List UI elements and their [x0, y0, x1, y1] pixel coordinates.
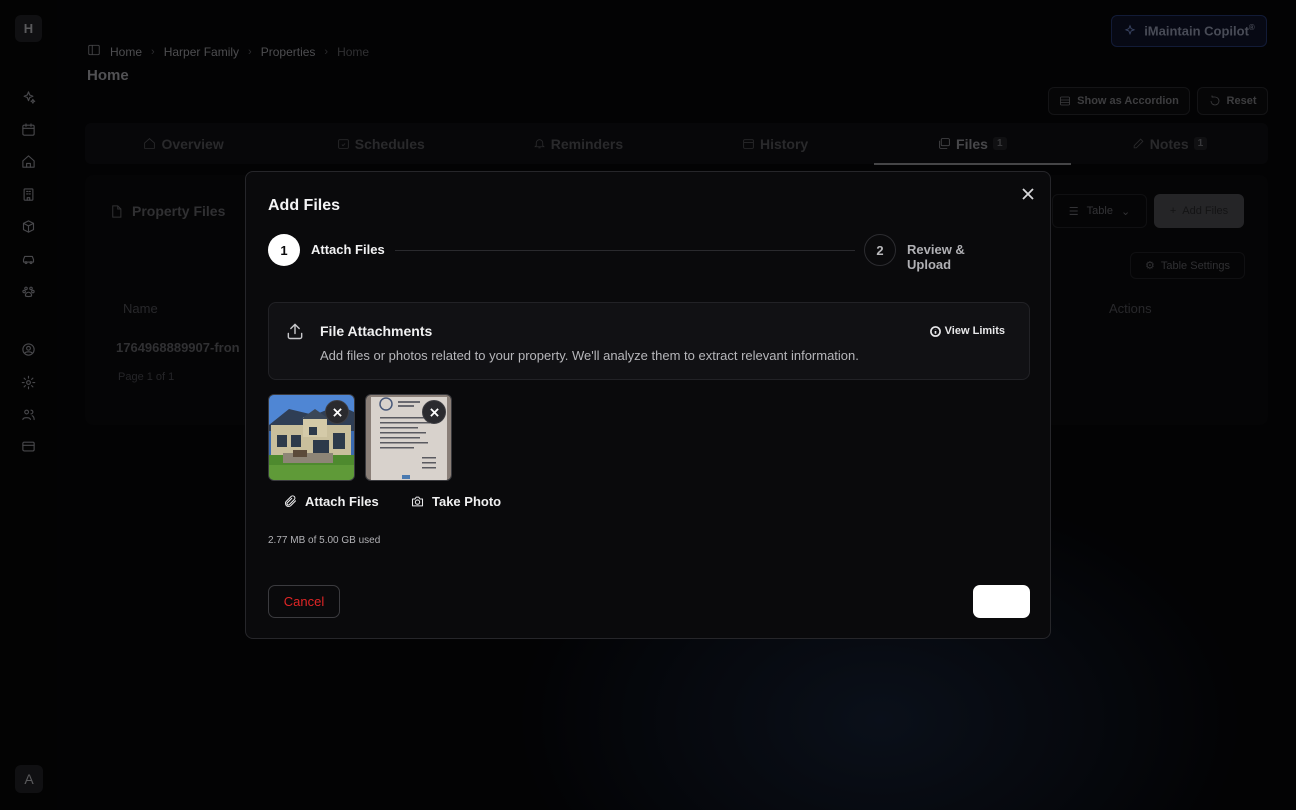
camera-icon [411, 496, 424, 507]
cancel-button[interactable]: Cancel [268, 585, 340, 618]
attachments-title: File Attachments [320, 323, 433, 339]
attachment-thumbnail-document[interactable] [365, 394, 452, 481]
close-icon [332, 407, 342, 417]
close-icon [429, 407, 439, 417]
stepper: 1 Attach Files 2 Review & Upload [268, 234, 1008, 272]
take-photo-button[interactable]: Take Photo [410, 494, 501, 509]
take-photo-label: Take Photo [432, 494, 502, 509]
dialog-title: Add Files [268, 197, 341, 214]
step-2-label: Review & Upload [907, 242, 965, 272]
paperclip-icon [285, 495, 297, 507]
remove-attachment-button[interactable] [325, 400, 349, 424]
attach-files-label: Attach Files [305, 494, 379, 509]
file-attachments-panel: File Attachments Add files or photos rel… [268, 302, 1030, 380]
remove-attachment-button[interactable] [422, 400, 446, 424]
storage-usage: 2.77 MB of 5.00 GB used [268, 535, 381, 546]
close-icon[interactable] [1020, 186, 1036, 202]
step-1-indicator: 1 [268, 234, 300, 266]
next-button[interactable] [973, 585, 1030, 618]
attachment-thumbnail-house[interactable] [268, 394, 355, 481]
attach-files-button[interactable]: Attach Files [283, 494, 379, 509]
step-1-label: Attach Files [311, 242, 385, 257]
add-files-dialog: Add Files 1 Attach Files 2 Review & Uplo… [245, 171, 1051, 639]
view-limits-button[interactable]: View Limits [929, 325, 1005, 337]
info-icon [929, 325, 941, 337]
step-2-indicator: 2 [864, 234, 896, 266]
attachments-description: Add files or photos related to your prop… [320, 348, 859, 363]
upload-icon [285, 321, 305, 346]
view-limits-label: View Limits [944, 325, 1005, 337]
step-connector [395, 250, 855, 251]
